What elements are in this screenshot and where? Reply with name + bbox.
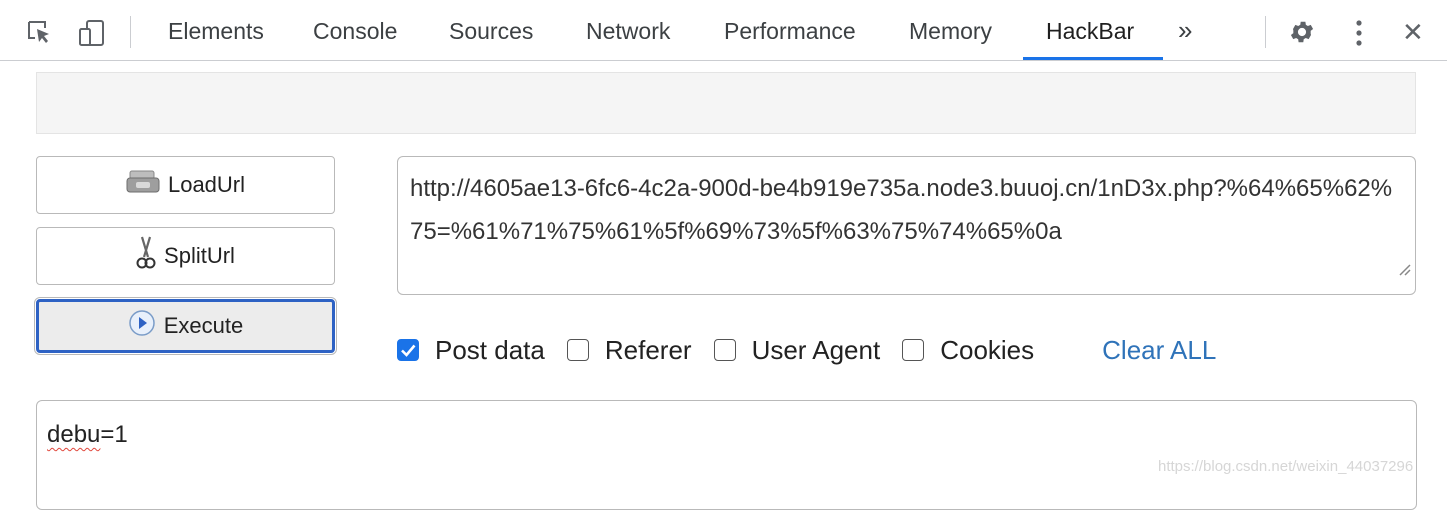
- tab-performance[interactable]: Performance: [724, 0, 856, 60]
- post-data-label: Post data: [435, 334, 545, 365]
- toolbar-divider: [130, 16, 131, 48]
- post-data-key: debu: [47, 421, 101, 448]
- referer-option[interactable]: Referer: [566, 334, 692, 366]
- post-data-textarea[interactable]: debu=1: [36, 400, 1417, 510]
- user-agent-checkbox[interactable]: [713, 339, 736, 361]
- close-devtools-button[interactable]: ✕: [1402, 0, 1424, 60]
- clear-all-link[interactable]: Clear ALL: [1102, 335, 1216, 366]
- tab-sources[interactable]: Sources: [449, 0, 533, 60]
- cookies-label: Cookies: [940, 334, 1035, 365]
- settings-gear-icon[interactable]: [1288, 18, 1316, 51]
- inspect-element-icon[interactable]: [26, 19, 52, 50]
- scissors-icon: [136, 235, 156, 277]
- tab-network[interactable]: Network: [586, 0, 670, 60]
- more-options-kebab-icon[interactable]: [1352, 18, 1366, 53]
- active-tab-indicator: [1023, 57, 1163, 60]
- load-url-icon: [126, 169, 160, 201]
- cookies-option[interactable]: Cookies: [902, 335, 1034, 366]
- more-tabs-button[interactable]: »: [1178, 0, 1192, 60]
- load-url-label: LoadUrl: [167, 172, 246, 197]
- post-data-value: =1: [100, 421, 128, 448]
- tab-console[interactable]: Console: [313, 0, 397, 60]
- resize-handle-icon[interactable]: [1397, 247, 1411, 290]
- split-url-button[interactable]: SplitUrl: [36, 227, 335, 285]
- user-agent-option[interactable]: User Agent: [713, 334, 881, 366]
- user-agent-label: User Agent: [751, 334, 881, 365]
- request-options: Post data Referer User Agent Cookies Cle…: [397, 330, 1216, 370]
- device-toolbar-icon[interactable]: [78, 19, 106, 52]
- watermark: https://blog.csdn.net/weixin_44037296: [1158, 458, 1414, 475]
- toolbar-divider: [1265, 16, 1266, 48]
- post-data-option[interactable]: Post data: [397, 335, 545, 366]
- split-url-label: SplitUrl: [164, 243, 235, 268]
- tab-hackbar[interactable]: HackBar: [1046, 0, 1134, 60]
- cookies-checkbox[interactable]: [902, 339, 925, 361]
- load-url-button[interactable]: LoadUrl: [36, 156, 335, 214]
- referer-checkbox[interactable]: [566, 339, 589, 361]
- hackbar-menu-strip: [36, 72, 1416, 134]
- post-data-checkbox[interactable]: [397, 339, 419, 361]
- execute-label: Execute: [163, 313, 244, 338]
- url-text: http://4605ae13-6fc6-4c2a-900d-be4b919e7…: [410, 175, 1393, 245]
- url-textarea[interactable]: http://4605ae13-6fc6-4c2a-900d-be4b919e7…: [397, 156, 1416, 295]
- tab-memory[interactable]: Memory: [909, 0, 992, 60]
- execute-button[interactable]: Execute: [34, 297, 337, 355]
- referer-label: Referer: [604, 334, 692, 365]
- play-icon: [128, 309, 156, 343]
- devtools-tab-bar: Elements Console Sources Network Perform…: [0, 0, 1447, 61]
- tab-elements[interactable]: Elements: [168, 0, 264, 60]
